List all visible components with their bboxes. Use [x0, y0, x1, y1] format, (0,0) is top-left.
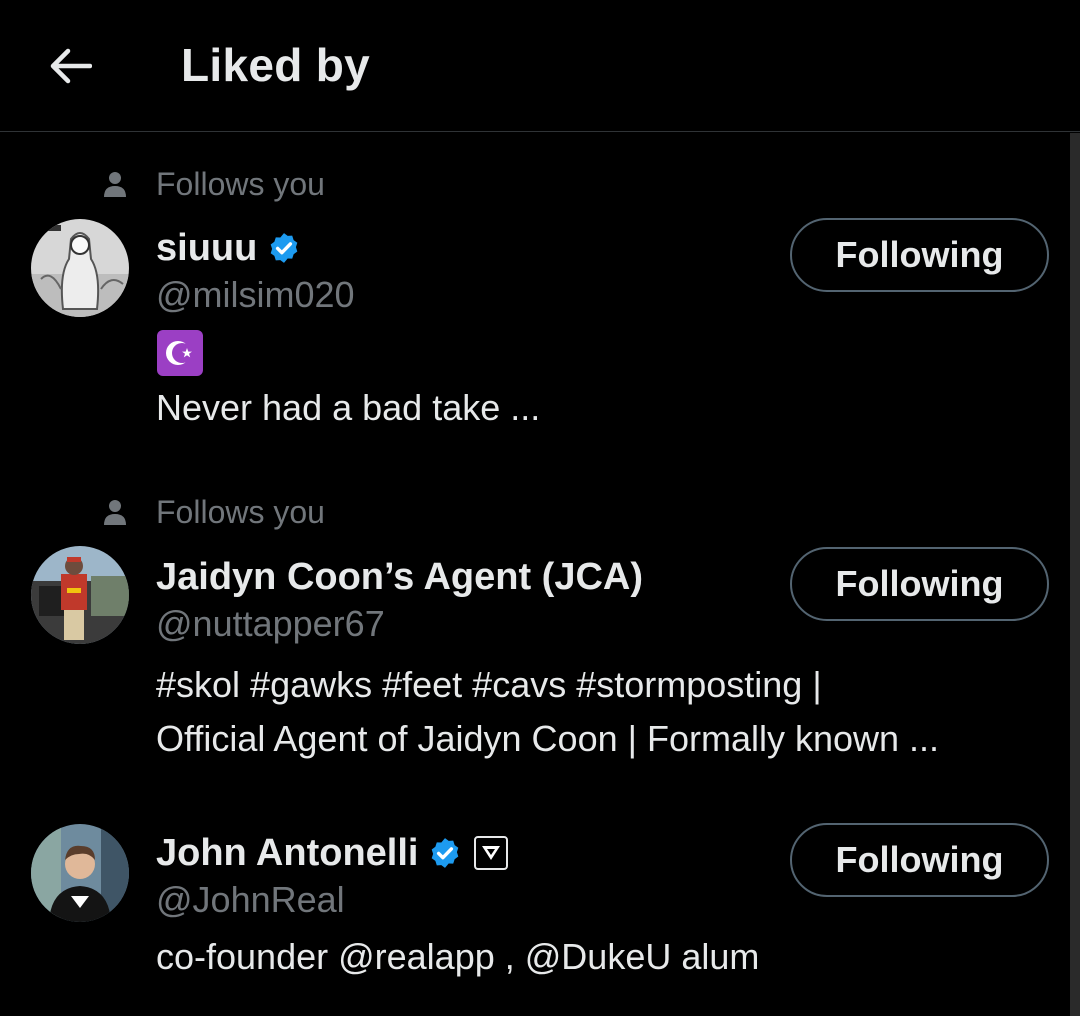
- star-and-crescent-icon: [166, 341, 192, 365]
- following-button[interactable]: Following: [790, 547, 1049, 621]
- name-row: siuuu: [156, 223, 301, 273]
- name-row: Jaidyn Coon’s Agent (JCA): [156, 552, 643, 602]
- avatar[interactable]: [31, 219, 129, 317]
- user-cell[interactable]: John Antonelli @JohnReal co-founder @rea…: [0, 803, 1068, 1016]
- star-and-crescent-emoji: [157, 330, 203, 376]
- name-row: John Antonelli: [156, 828, 509, 878]
- user-bio: #skol #gawks #feet #cavs #stormposting |…: [156, 658, 939, 766]
- scrollbar[interactable]: [1070, 133, 1080, 1016]
- user-cell[interactable]: Follows you siuuu @milsim020 Never had a…: [0, 133, 1068, 473]
- display-name[interactable]: Jaidyn Coon’s Agent (JCA): [156, 556, 643, 599]
- avatar[interactable]: [31, 824, 129, 922]
- follows-you-label: Follows you: [156, 165, 325, 202]
- verified-badge-icon[interactable]: [267, 231, 301, 265]
- back-button[interactable]: [44, 40, 96, 92]
- follows-you-label: Follows you: [156, 493, 325, 530]
- bio-line: #skol #gawks #feet #cavs #stormposting |: [156, 664, 822, 705]
- page-title: Liked by: [181, 39, 371, 91]
- arrow-left-icon: [50, 48, 92, 84]
- user-bio: Never had a bad take ...: [156, 381, 540, 435]
- bio-line: Never had a bad take ...: [156, 387, 541, 428]
- person-icon: [104, 500, 126, 525]
- display-name[interactable]: John Antonelli: [156, 832, 418, 875]
- display-name[interactable]: siuuu: [156, 227, 257, 270]
- user-handle: @milsim020: [156, 274, 355, 315]
- following-button[interactable]: Following: [790, 218, 1049, 292]
- bio-line: co-founder @realapp , @DukeU alum: [156, 936, 760, 977]
- user-cell[interactable]: Follows you Jaidyn Coon’s Agent (JCA) @n…: [0, 473, 1068, 803]
- follows-you-row: Follows you: [103, 164, 325, 204]
- follows-you-row: Follows you: [103, 492, 325, 532]
- user-bio: co-founder @realapp , @DukeU alum: [156, 930, 759, 984]
- following-button[interactable]: Following: [790, 823, 1049, 897]
- bio-line: Official Agent of Jaidyn Coon | Formally…: [156, 718, 940, 759]
- person-icon: [104, 172, 126, 197]
- top-app-bar: Liked by: [0, 0, 1080, 132]
- user-handle: @JohnReal: [156, 879, 345, 920]
- affiliate-badge-icon[interactable]: [474, 836, 509, 870]
- avatar[interactable]: [31, 546, 129, 644]
- user-handle: @nuttapper67: [156, 603, 385, 644]
- verified-badge-icon[interactable]: [428, 836, 462, 870]
